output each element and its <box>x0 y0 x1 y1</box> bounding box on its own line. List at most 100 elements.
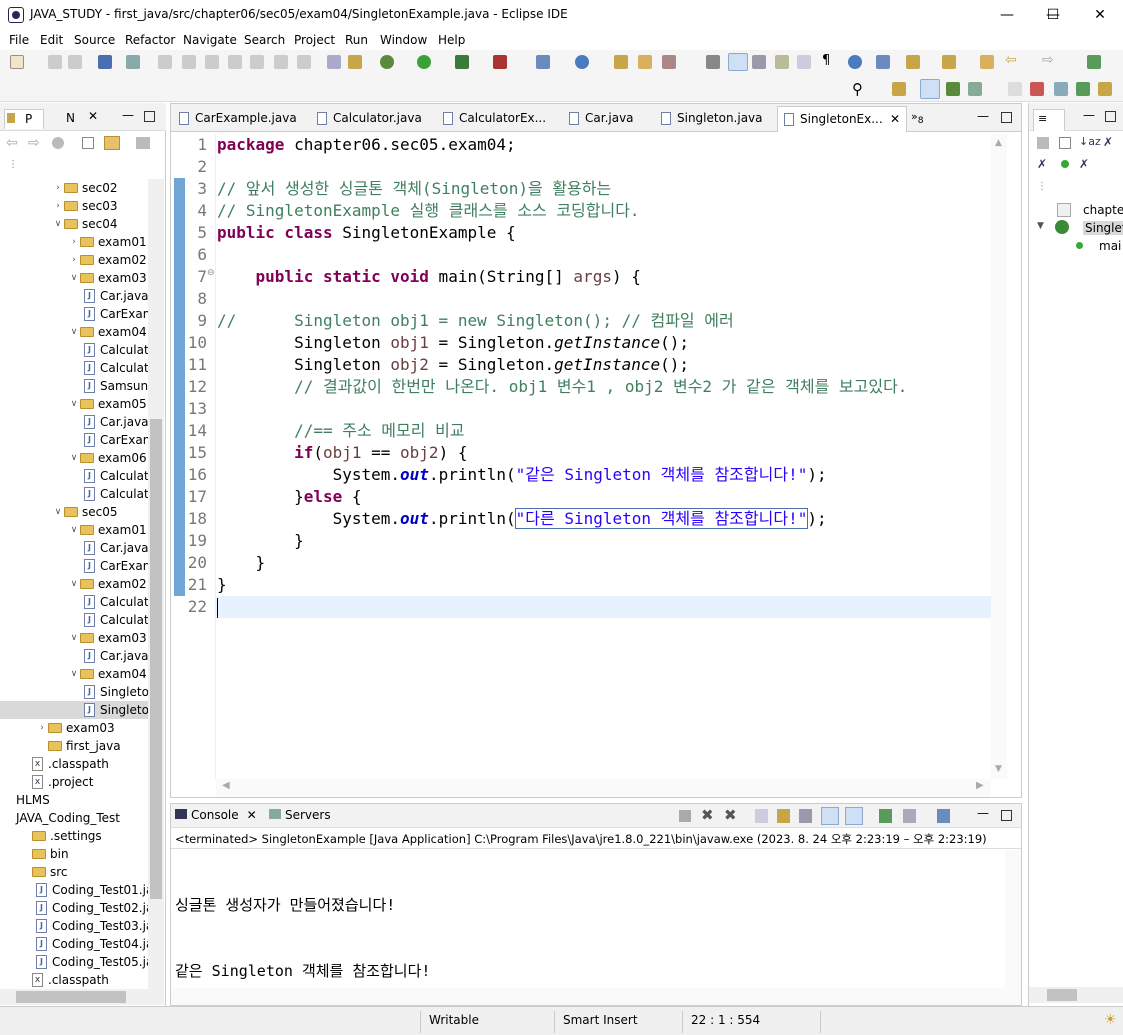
scroll-lock-icon[interactable] <box>777 809 790 823</box>
step-into-icon[interactable] <box>250 55 264 69</box>
previous-annotation-icon[interactable] <box>942 55 956 69</box>
menu-project[interactable]: Project <box>294 33 335 47</box>
tree-item[interactable]: ∨ exam03 <box>0 629 148 647</box>
console-vscrollbar[interactable] <box>1005 850 1021 988</box>
hide-local-types-icon[interactable] <box>1061 160 1069 168</box>
collapse-all-icon[interactable] <box>82 137 94 149</box>
explorer-hscroll-thumb[interactable] <box>16 991 126 1003</box>
new-server-icon[interactable] <box>536 55 550 69</box>
save-icon[interactable] <box>48 55 62 69</box>
maximize-outline-icon[interactable] <box>1105 111 1116 122</box>
highlight-icon[interactable] <box>728 53 748 71</box>
tree-item[interactable]: first_java <box>0 737 148 755</box>
new-icon[interactable] <box>10 55 24 69</box>
close-window-button[interactable]: ✕ <box>1077 0 1123 30</box>
tree-item[interactable]: x .classpath <box>0 755 148 773</box>
collapsed-twisty-icon[interactable]: › <box>52 201 64 211</box>
outline-item[interactable]: mai <box>1099 239 1121 253</box>
outline-hscroll-thumb[interactable] <box>1047 989 1077 1001</box>
tree-item[interactable]: › exam02 <box>0 251 148 269</box>
remove-launch-icon[interactable]: ✖ <box>701 806 714 824</box>
expanded-twisty-icon[interactable]: ∨ <box>68 669 80 679</box>
view-menu-icon[interactable] <box>136 137 150 149</box>
more-tabs-button[interactable]: »8 <box>911 110 924 126</box>
tree-item[interactable]: J Singleton. <box>0 683 148 701</box>
tree-item[interactable]: J Calculator <box>0 611 148 629</box>
show-on-error-icon[interactable] <box>845 807 863 825</box>
database-perspective-icon[interactable] <box>1054 82 1068 96</box>
tree-item[interactable]: J Calculator <box>0 485 148 503</box>
tree-item[interactable]: ∨ exam05 <box>0 395 148 413</box>
pin-editor-icon[interactable] <box>1087 55 1101 69</box>
remove-all-icon[interactable]: ✖ <box>724 806 737 824</box>
tree-item[interactable]: J Car.java <box>0 647 148 665</box>
web-browser-icon[interactable] <box>876 55 890 69</box>
use-step-filters-icon[interactable] <box>327 55 341 69</box>
editor-tab[interactable]: Singleton.java <box>655 106 769 132</box>
maximize-editor-icon[interactable] <box>1001 112 1012 123</box>
menu-source[interactable]: Source <box>74 33 115 47</box>
search-icon[interactable]: ⚲ <box>852 80 863 98</box>
status-cursor-position[interactable]: 22 : 1 : 554 <box>691 1013 760 1027</box>
tree-item[interactable]: J CarExamp <box>0 305 148 323</box>
tree-item[interactable]: bin <box>0 845 148 863</box>
tree-item[interactable]: › sec03 <box>0 197 148 215</box>
tree-item[interactable]: J CarExamp <box>0 557 148 575</box>
step-return-icon[interactable] <box>297 55 311 69</box>
code-area[interactable]: 1 2 3 4 5 6 7 ⊖ 8 9 10 11 12 13 14 15 16… <box>171 134 991 779</box>
tree-item[interactable]: J Calculator <box>0 359 148 377</box>
scroll-down-icon[interactable]: ▼ <box>995 764 1002 774</box>
editor-tab[interactable]: Calculator.java <box>311 106 428 132</box>
block-selection-icon[interactable] <box>775 55 789 69</box>
tip-lightbulb-icon[interactable]: ☀ <box>1104 1012 1117 1028</box>
tree-item[interactable]: J Calculator <box>0 467 148 485</box>
collapse-outline-icon[interactable] <box>1059 137 1071 149</box>
tree-item[interactable]: ∨ exam04 <box>0 323 148 341</box>
editor-tab[interactable]: Car.java <box>563 106 640 132</box>
tree-item[interactable]: J Car.java <box>0 539 148 557</box>
tree-item[interactable]: J Coding_Test04.java <box>0 935 148 953</box>
tree-item[interactable]: J Car.java <box>0 413 148 431</box>
more-icon[interactable]: ⋮ <box>8 159 18 170</box>
pilcrow-icon[interactable]: ¶ <box>822 53 830 68</box>
maximize-console-icon[interactable] <box>1001 810 1012 821</box>
expanded-twisty-icon[interactable]: ∨ <box>68 327 80 337</box>
open-console-icon[interactable] <box>937 809 950 823</box>
team-perspective-icon[interactable] <box>1030 82 1044 96</box>
tree-item[interactable]: J Coding_Test05.java <box>0 953 148 971</box>
forward-icon[interactable]: ⇨ <box>1042 52 1054 68</box>
menu-file[interactable]: File <box>9 33 29 47</box>
tab-package-explorer[interactable]: P <box>4 109 44 129</box>
resume-icon[interactable] <box>158 55 172 69</box>
tree-item[interactable]: › sec02 <box>0 179 148 197</box>
show-whitespace-icon[interactable] <box>752 55 766 69</box>
outline-more-icon[interactable]: ⋮ <box>1037 181 1047 192</box>
new-java-class-icon[interactable] <box>575 55 589 69</box>
show-on-output-icon[interactable] <box>821 807 839 825</box>
open-perspective-icon[interactable] <box>892 82 906 96</box>
tree-item[interactable]: ∨ sec05 <box>0 503 148 521</box>
display-console-icon[interactable] <box>903 809 916 823</box>
close-console-icon[interactable]: ✕ <box>247 808 257 822</box>
explorer-hscrollbar[interactable] <box>0 989 164 1005</box>
collapsed-twisty-icon[interactable]: › <box>52 183 64 193</box>
editor-tab-active[interactable]: SingletonEx... ✕ <box>777 106 907 132</box>
tree-item[interactable]: ∨ exam01 <box>0 521 148 539</box>
java-ee-perspective-icon[interactable] <box>920 79 940 99</box>
disconnect-icon[interactable] <box>228 55 242 69</box>
close-editor-icon[interactable]: ✕ <box>890 112 900 126</box>
suspend-icon[interactable] <box>182 55 196 69</box>
back-icon[interactable]: ⇦ <box>1005 52 1017 68</box>
tree-item[interactable]: ∨ exam03 <box>0 269 148 287</box>
menu-window[interactable]: Window <box>380 33 427 47</box>
tree-item[interactable]: › exam01 <box>0 233 148 251</box>
maximize-view-icon[interactable] <box>144 111 155 122</box>
tree-item[interactable]: J Coding_Test01.java <box>0 881 148 899</box>
git-perspective-icon[interactable] <box>1076 82 1090 96</box>
coverage-icon[interactable] <box>455 55 469 69</box>
restore-icon[interactable] <box>1008 82 1022 96</box>
terminate-console-icon[interactable] <box>679 810 691 822</box>
collapsed-twisty-icon[interactable]: › <box>36 723 48 733</box>
word-wrap-console-icon[interactable] <box>799 809 812 823</box>
back-nav-icon[interactable]: ⇦ <box>6 135 18 151</box>
